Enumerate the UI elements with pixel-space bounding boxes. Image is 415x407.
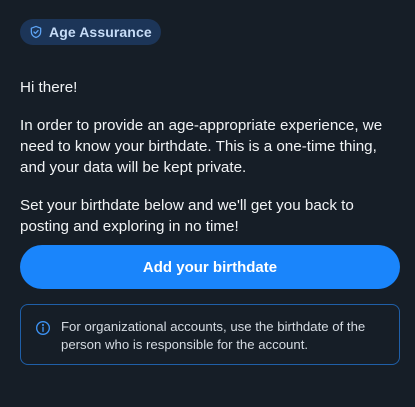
badge-label: Age Assurance (49, 24, 152, 40)
info-text: For organizational accounts, use the bir… (61, 319, 366, 352)
age-assurance-badge: Age Assurance (20, 19, 161, 45)
info-circle-icon (35, 320, 51, 336)
greeting-text: Hi there! (20, 79, 78, 96)
explanation-text: In order to provide an age-appropriate e… (20, 117, 383, 176)
intro-content: Hi there! In order to provide an age-app… (20, 77, 400, 237)
organization-info-notice: For organizational accounts, use the bir… (20, 304, 400, 365)
instruction-text: Set your birthdate below and we'll get y… (20, 197, 354, 235)
shield-check-icon (29, 25, 43, 39)
add-birthdate-button[interactable]: Add your birthdate (20, 245, 400, 289)
